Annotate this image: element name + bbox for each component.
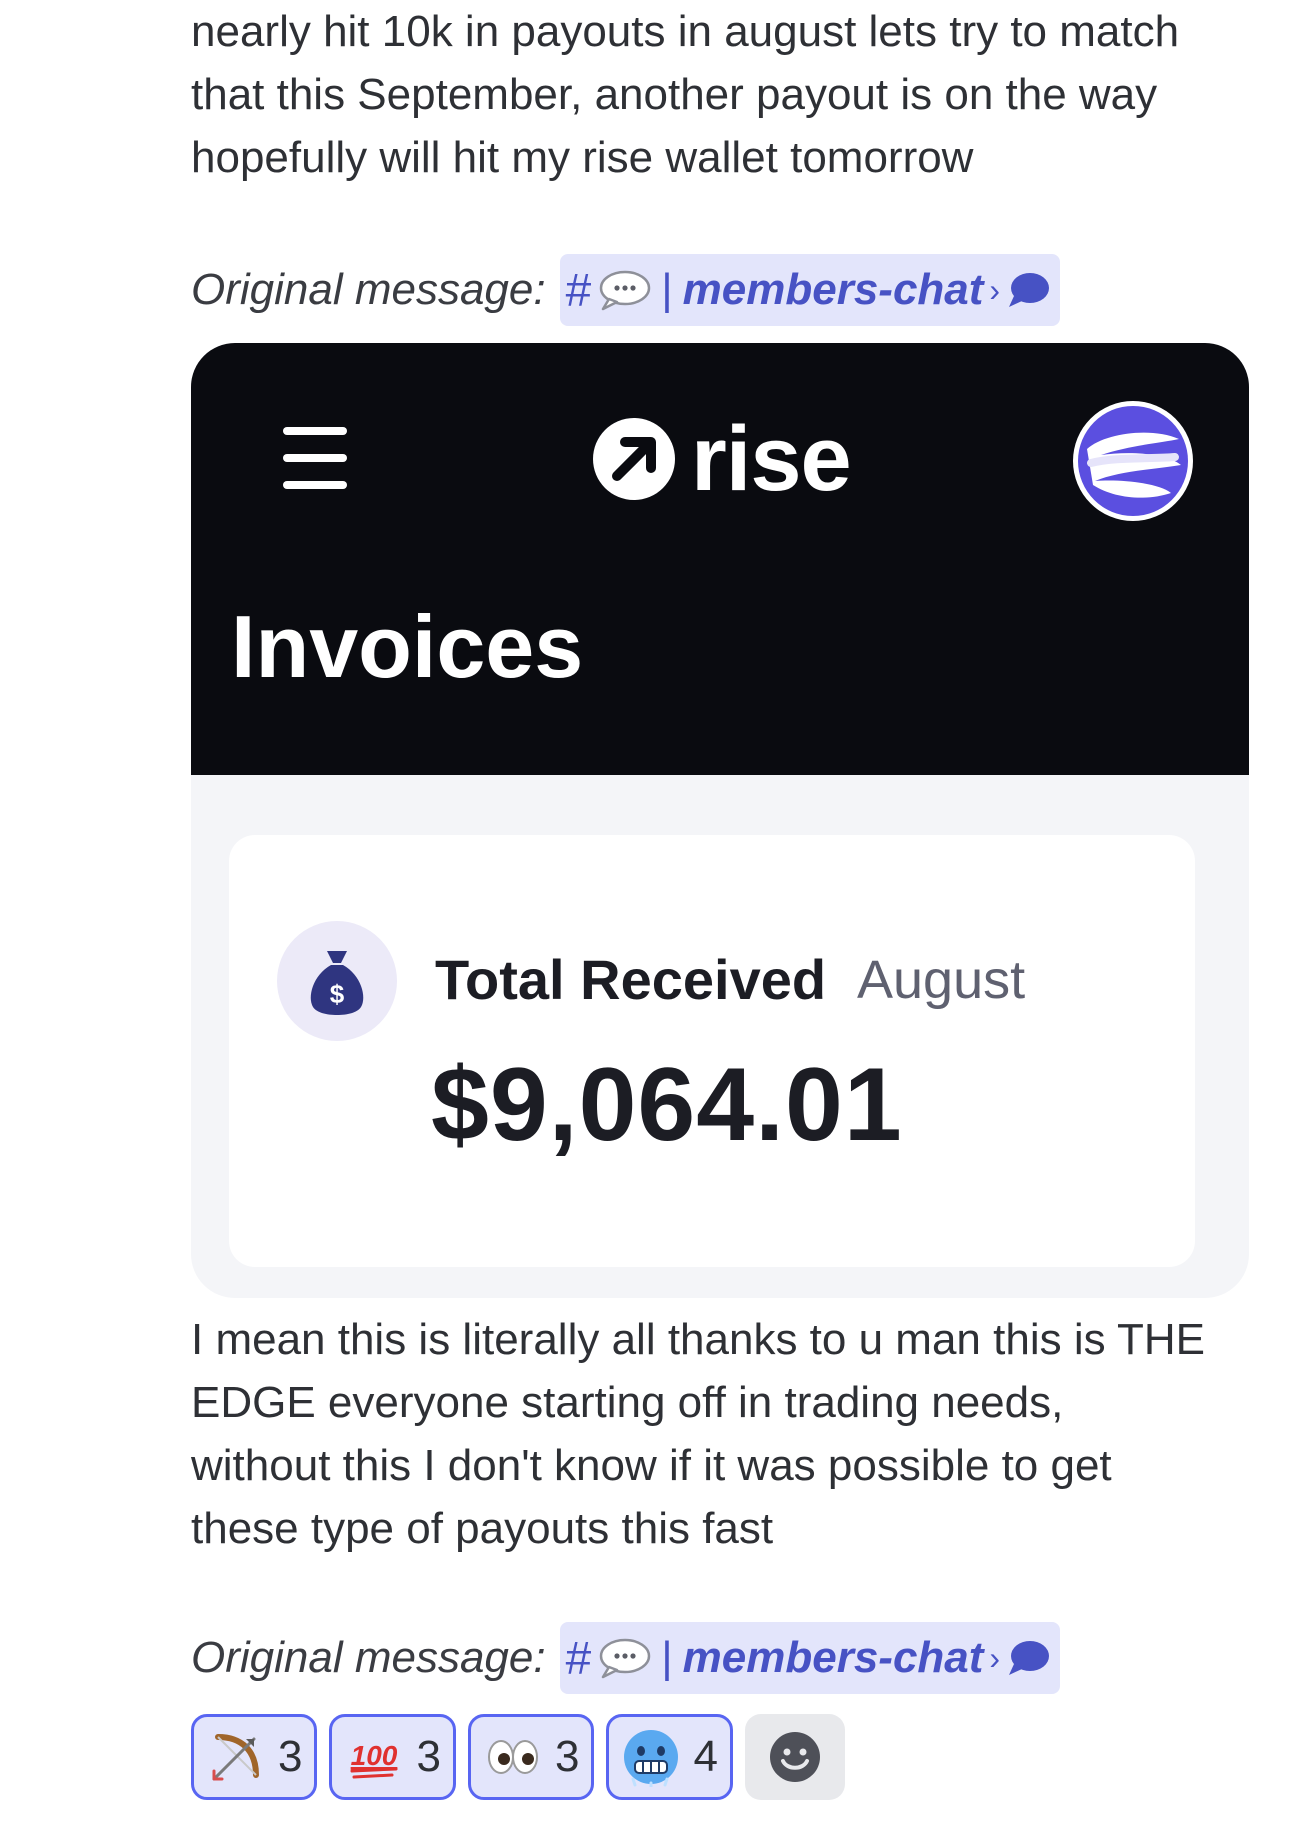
reaction-eyes[interactable]: 3 <box>467 1714 595 1800</box>
cold-face-icon <box>624 1730 679 1787</box>
chevron-right-icon: › <box>989 1639 1001 1676</box>
reaction-cold-face[interactable]: 4 <box>606 1714 733 1800</box>
hundred-points-icon: 100 <box>350 1740 398 1779</box>
money-bag-badge: $ <box>277 921 397 1041</box>
reaction-bow-and-arrow[interactable]: 3 <box>191 1714 318 1800</box>
reaction-count: 4 <box>693 1732 718 1781</box>
channel-mention-members-chat[interactable]: # | members-chat › <box>559 1622 1061 1694</box>
money-bag-icon: $ <box>310 951 364 1015</box>
channel-name: members-chat <box>682 1633 984 1682</box>
app-name: rise <box>691 408 852 510</box>
svg-text:$: $ <box>330 979 345 1009</box>
message-text-2: I mean this is literally all thanks to u… <box>191 1315 1206 1553</box>
reaction-bar: 3 100 3 3 4 <box>191 1714 845 1800</box>
eyes-icon <box>487 1740 538 1774</box>
reaction-count: 3 <box>416 1732 441 1781</box>
speech-bubble-icon <box>599 1638 651 1679</box>
original-message-row: Original message: # | members-chat › <box>191 1622 1061 1694</box>
channel-hash-icon: # <box>565 264 592 316</box>
bow-and-arrow-icon <box>212 1734 259 1781</box>
total-amount: $9,064.01 <box>431 1047 903 1163</box>
chevron-right-icon: › <box>989 271 1001 308</box>
thread-bubble-icon <box>1009 1641 1050 1675</box>
channel-separator: | <box>661 265 673 314</box>
rise-logo: rise <box>591 408 852 510</box>
add-reaction-button[interactable] <box>744 1714 845 1800</box>
reaction-count: 3 <box>278 1732 303 1781</box>
period-label: August <box>857 950 1026 1010</box>
original-message-row: Original message: # | members-chat › <box>191 254 1061 326</box>
reaction-hundred-points[interactable]: 100 3 <box>329 1714 456 1800</box>
message-text-1: nearly hit 10k in payouts in august lets… <box>191 7 1180 182</box>
total-received-card: $ Total Received August $9,064.01 <box>229 835 1195 1267</box>
thread-bubble-icon <box>1009 273 1050 307</box>
avatar <box>1073 401 1193 521</box>
page-title: Invoices <box>231 597 584 696</box>
hamburger-menu-icon <box>283 427 347 489</box>
original-message-label: Original message: <box>191 1633 546 1682</box>
original-message-label: Original message: <box>191 265 546 314</box>
channel-mention-members-chat[interactable]: # | members-chat › <box>559 254 1061 326</box>
channel-separator: | <box>661 1633 673 1682</box>
attached-image[interactable]: rise Invoices $ Total Received August $9… <box>191 343 1249 1298</box>
add-reaction-smiley-icon <box>769 1732 820 1782</box>
channel-name: members-chat <box>682 265 984 314</box>
reaction-count: 3 <box>554 1732 580 1781</box>
speech-bubble-icon <box>599 270 651 311</box>
svg-text:100: 100 <box>351 1740 398 1771</box>
rise-arrow-logo-icon <box>593 418 675 500</box>
channel-hash-icon: # <box>565 1632 592 1684</box>
total-received-label: Total Received <box>435 948 827 1011</box>
app-header: rise Invoices <box>191 343 1249 775</box>
